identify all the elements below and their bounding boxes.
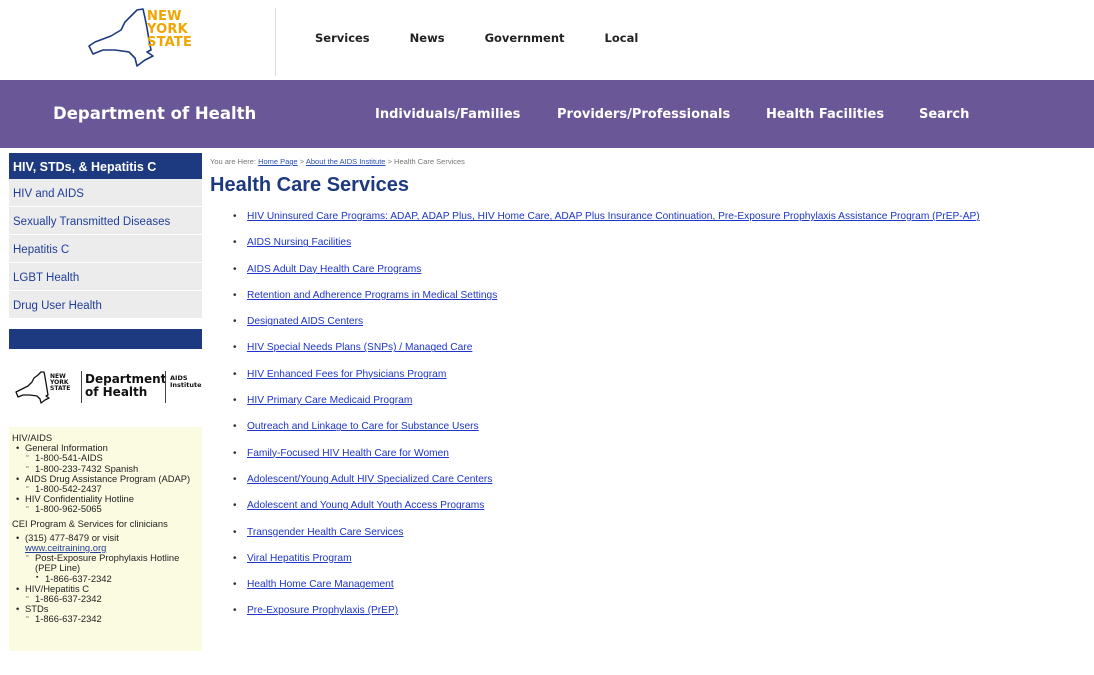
- list-item: Designated AIDS Centers: [233, 316, 1093, 342]
- service-link[interactable]: HIV Enhanced Fees for Physicians Program: [247, 369, 446, 380]
- sidebar-heading[interactable]: HIV, STDs, & Hepatitis C: [9, 153, 202, 179]
- logo-divider: [81, 371, 82, 403]
- sidebar-item-hiv-aids[interactable]: HIV and AIDS: [9, 179, 202, 207]
- breadcrumb-home-link[interactable]: Home Page: [258, 157, 298, 166]
- ny-logo-line-state: STATE: [147, 35, 193, 50]
- service-link[interactable]: HIV Special Needs Plans (SNPs) / Managed…: [247, 342, 472, 353]
- list-item: HIV Uninsured Care Programs: ADAP, ADAP …: [233, 211, 1093, 237]
- topnav-local[interactable]: Local: [605, 31, 639, 45]
- service-link[interactable]: HIV Uninsured Care Programs: ADAP, ADAP …: [247, 211, 980, 222]
- agency-title[interactable]: Department of Health: [53, 104, 256, 123]
- contact-phone: 1-866-637-2342: [12, 613, 202, 624]
- list-item: Outreach and Linkage to Care for Substan…: [233, 421, 1093, 447]
- aids-institute-logo: NEW YORK STATE Department of Health AIDS…: [9, 349, 202, 427]
- service-link[interactable]: Health Home Care Management: [247, 579, 394, 590]
- sidebar-item-drug-user-health[interactable]: Drug User Health: [9, 291, 202, 319]
- contact-cei-phone: (315) 477-8479 or visit: [12, 532, 202, 543]
- service-link[interactable]: Family-Focused HIV Health Care for Women: [247, 448, 449, 459]
- list-item: HIV Special Needs Plans (SNPs) / Managed…: [233, 342, 1093, 368]
- list-item: Family-Focused HIV Health Care for Women: [233, 448, 1093, 474]
- list-item: Viral Hepatitis Program: [233, 553, 1093, 579]
- header-divider: [275, 8, 276, 76]
- top-bar: NEW YORK STATE Services News Government …: [0, 0, 1094, 80]
- topnav-news[interactable]: News: [410, 31, 445, 45]
- sidebar-item-hepatitis-c[interactable]: Hepatitis C: [9, 235, 202, 263]
- service-link[interactable]: Adolescent and Young Adult Youth Access …: [247, 500, 484, 511]
- service-link[interactable]: AIDS Adult Day Health Care Programs: [247, 264, 421, 275]
- list-item: HIV Primary Care Medicaid Program: [233, 395, 1093, 421]
- service-link[interactable]: Transgender Health Care Services: [247, 527, 403, 538]
- list-item: Health Home Care Management: [233, 579, 1093, 605]
- logo-divider: [165, 371, 166, 403]
- ny-state-logo[interactable]: NEW YORK STATE: [85, 6, 200, 68]
- topnav-services[interactable]: Services: [315, 31, 370, 45]
- contact-heading-cei: CEI Program & Services for clinicians: [12, 517, 168, 529]
- breadcrumb-aids-institute-link[interactable]: About the AIDS Institute: [306, 157, 386, 166]
- service-link[interactable]: Designated AIDS Centers: [247, 316, 363, 327]
- breadcrumb: You are Here: Home Page > About the AIDS…: [210, 157, 465, 166]
- service-link[interactable]: Adolescent/Young Adult HIV Specialized C…: [247, 474, 492, 485]
- sidebar-item-lgbt-health[interactable]: LGBT Health: [9, 263, 202, 291]
- sidebar-item-stds[interactable]: Sexually Transmitted Diseases: [9, 207, 202, 235]
- nav-providers-professionals[interactable]: Providers/Professionals: [557, 107, 730, 122]
- agency-bar: Department of Health Individuals/Familie…: [0, 80, 1094, 148]
- service-link[interactable]: Outreach and Linkage to Care for Substan…: [247, 421, 479, 432]
- list-item: Transgender Health Care Services: [233, 527, 1093, 553]
- nav-search[interactable]: Search: [919, 107, 969, 122]
- page-title: Health Care Services: [210, 174, 410, 196]
- institute-logo-department: Department of Health: [85, 372, 167, 399]
- service-link[interactable]: Pre-Exposure Prophylaxis (PrEP): [247, 605, 398, 616]
- list-item: AIDS Adult Day Health Care Programs: [233, 264, 1093, 290]
- top-nav: Services News Government Local: [315, 31, 678, 45]
- sidebar: HIV, STDs, & Hepatitis C HIV and AIDS Se…: [9, 153, 202, 651]
- service-link[interactable]: AIDS Nursing Facilities: [247, 237, 351, 248]
- institute-logo-aids-institute: AIDS Institute: [170, 374, 202, 389]
- list-item: HIV Enhanced Fees for Physicians Program: [233, 369, 1093, 395]
- topnav-government[interactable]: Government: [485, 31, 565, 45]
- service-link[interactable]: HIV Primary Care Medicaid Program: [247, 395, 412, 406]
- contact-info-panel: HIV/AIDS General Information 1-800-541-A…: [9, 427, 202, 651]
- breadcrumb-current: Health Care Services: [394, 157, 465, 166]
- ny-state-map-icon: [15, 371, 50, 404]
- list-item: Adolescent and Young Adult Youth Access …: [233, 500, 1093, 526]
- contact-phone: 1-800-962-5065: [12, 503, 202, 514]
- list-item: Retention and Adherence Programs in Medi…: [233, 290, 1093, 316]
- services-link-list: HIV Uninsured Care Programs: ADAP, ADAP …: [233, 211, 1093, 632]
- ny-state-map-icon: [88, 8, 154, 67]
- institute-logo-ny: NEW YORK STATE: [50, 373, 71, 392]
- list-item: Adolescent/Young Adult HIV Specialized C…: [233, 474, 1093, 500]
- sidebar-divider-bar: [9, 329, 202, 349]
- service-link[interactable]: Retention and Adherence Programs in Medi…: [247, 290, 497, 301]
- list-item: AIDS Nursing Facilities: [233, 237, 1093, 263]
- list-item: Pre-Exposure Prophylaxis (PrEP): [233, 605, 1093, 631]
- contact-pep-line: Post-Exposure Prophylaxis Hotline (PEP L…: [12, 552, 202, 573]
- nav-health-facilities[interactable]: Health Facilities: [766, 107, 884, 122]
- nav-individuals-families[interactable]: Individuals/Families: [375, 107, 520, 122]
- service-link[interactable]: Viral Hepatitis Program: [247, 553, 352, 564]
